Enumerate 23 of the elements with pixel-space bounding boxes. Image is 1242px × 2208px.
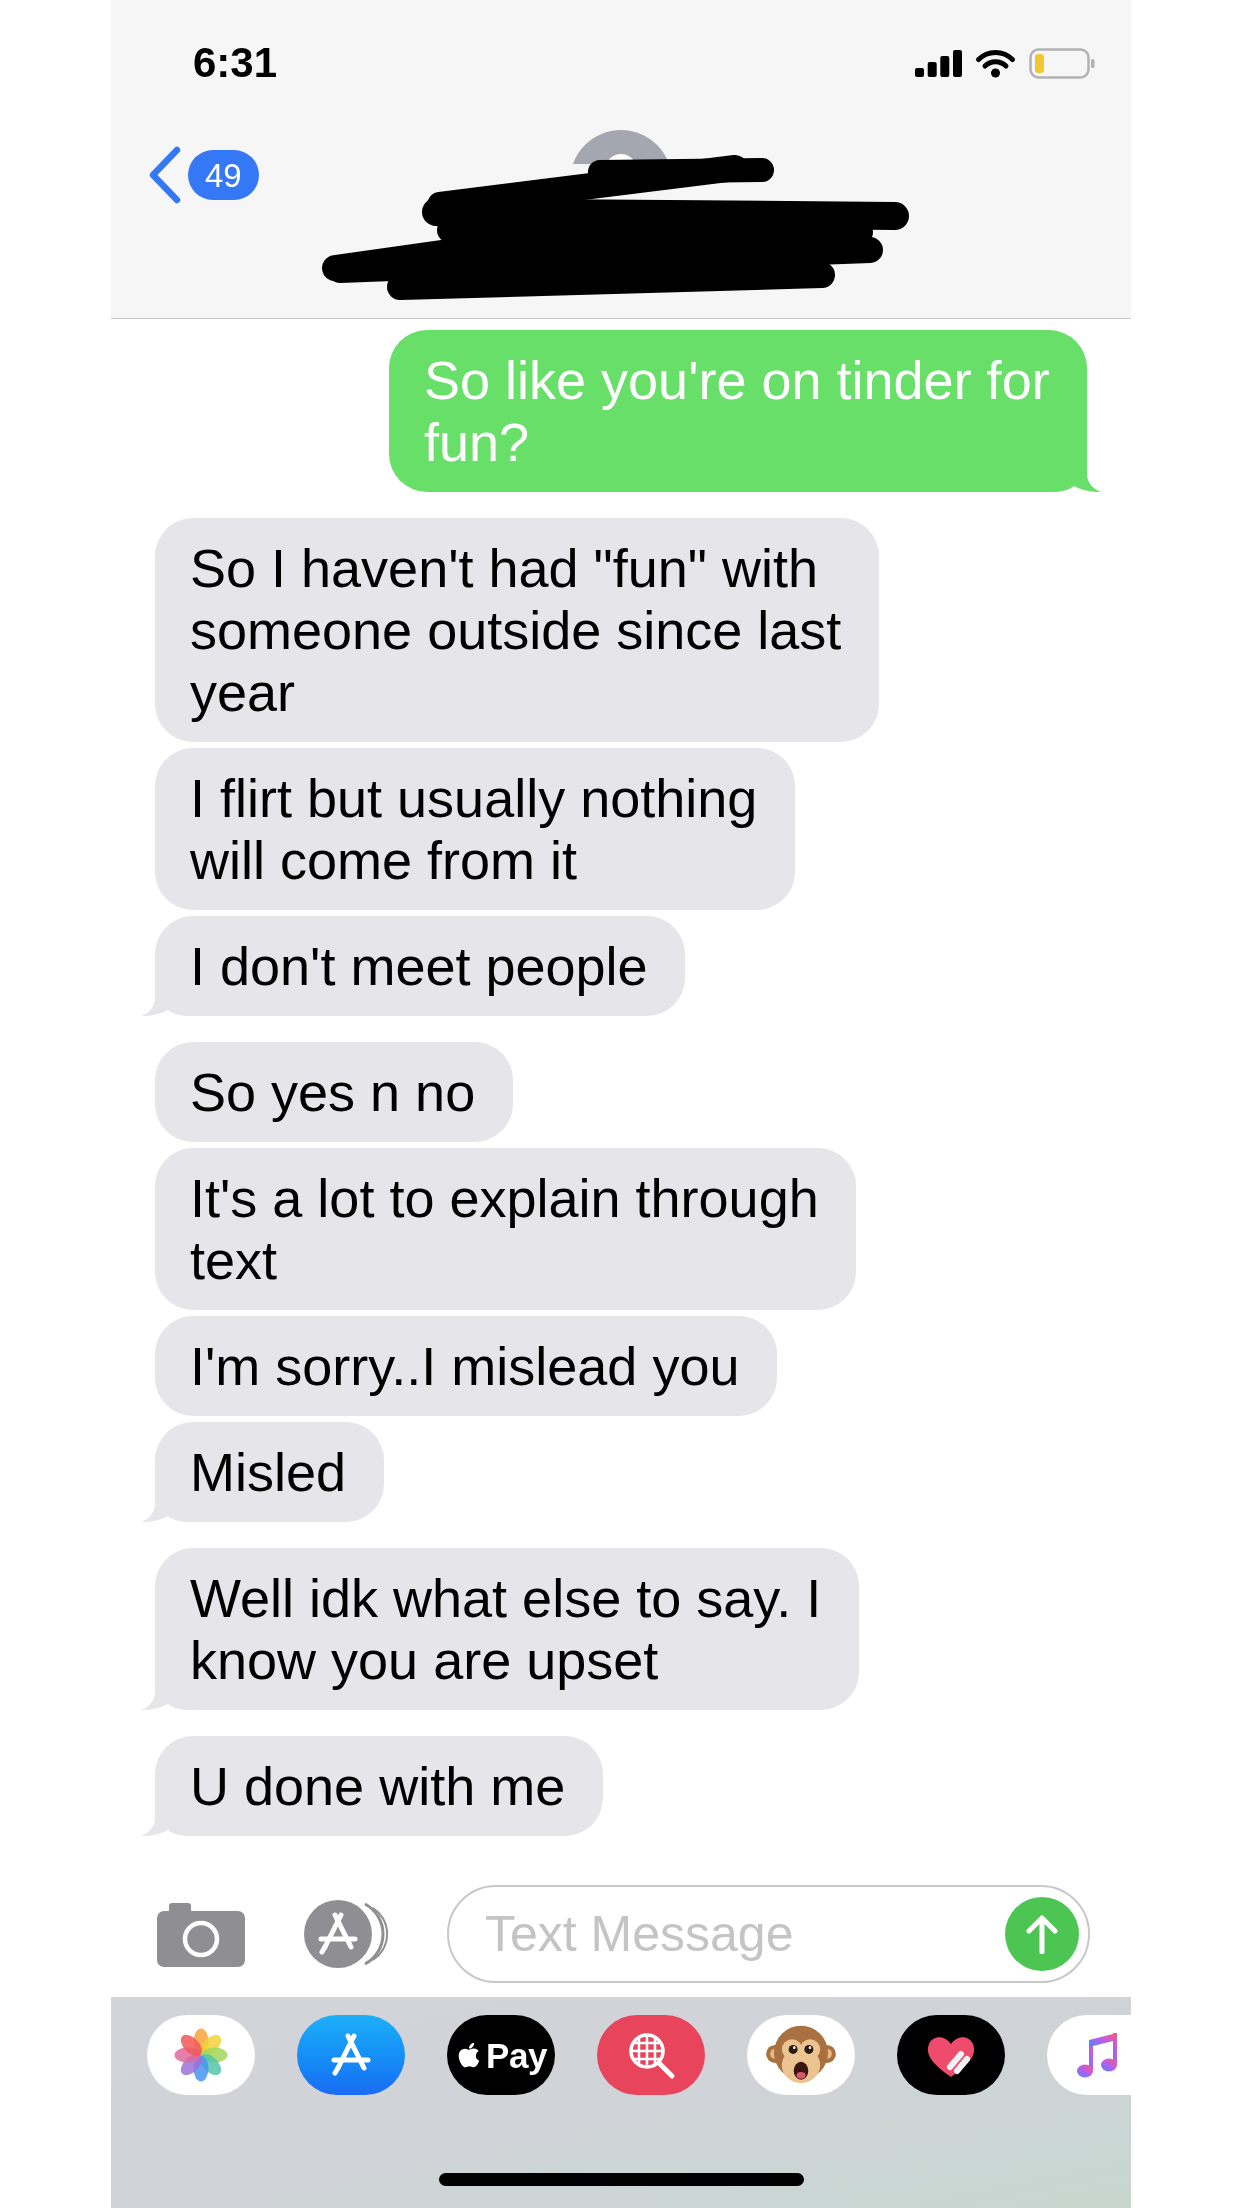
message-bubble: So yes n no xyxy=(155,1042,513,1142)
message-bubble: U done with me xyxy=(155,1736,603,1836)
chevron-left-icon xyxy=(147,146,183,204)
unread-count-badge: 49 xyxy=(188,150,259,200)
message-bubble: I don't meet people xyxy=(155,916,685,1016)
message-bubble: I'm sorry..I mislead you xyxy=(155,1316,777,1416)
battery-icon xyxy=(1029,47,1095,79)
message-bubble: Well idk what else to say. I know you are upset xyxy=(155,1548,859,1710)
message-bubble: It's a lot to explain through text xyxy=(155,1148,856,1310)
app-drawer-button[interactable]: Pay xyxy=(447,2015,555,2095)
arrow-up-icon xyxy=(1025,1914,1059,1954)
back-button[interactable]: 49 xyxy=(147,146,259,204)
message-bubble: Misled xyxy=(155,1422,384,1522)
status-time: 6:31 xyxy=(193,42,278,84)
message-bubble: I flirt but usually nothing will come from it xyxy=(155,748,795,910)
pinwheel-icon xyxy=(173,2027,229,2083)
message-bubble: So I haven't had "fun" with someone outside since last year xyxy=(155,518,879,742)
message-field[interactable]: Text Message xyxy=(447,1885,1090,1983)
message-bubble: So like you're on tinder for fun? xyxy=(389,330,1087,492)
camera-icon[interactable] xyxy=(157,1901,245,1967)
music-note-icon xyxy=(1076,2030,1120,2080)
wifi-icon xyxy=(974,48,1017,78)
signal-icon xyxy=(915,49,962,77)
